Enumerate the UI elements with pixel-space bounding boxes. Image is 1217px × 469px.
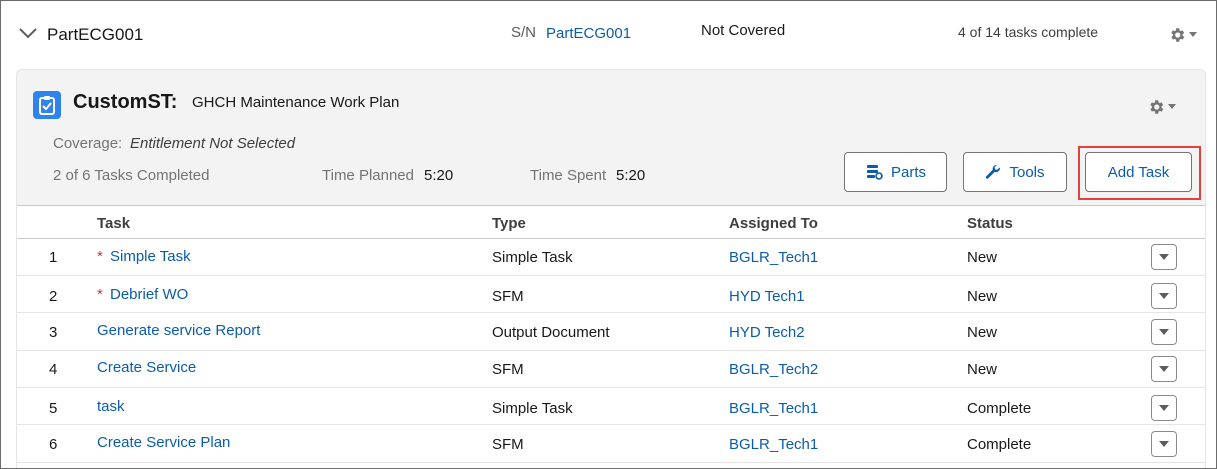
task-link[interactable]: task — [97, 398, 125, 415]
tasks-completed: 2 of 6 Tasks Completed — [53, 167, 210, 184]
row-actions-button[interactable] — [1151, 431, 1177, 457]
assigned-to-link[interactable]: BGLR_Tech1 — [729, 400, 818, 417]
assigned-to-link[interactable]: BGLR_Tech1 — [729, 249, 818, 266]
task-status: New — [967, 361, 998, 378]
time-planned-label: Time Planned — [322, 167, 414, 184]
row-number: 3 — [49, 324, 58, 341]
row-number: 6 — [49, 436, 58, 453]
coverage-value: Entitlement Not Selected — [130, 135, 296, 152]
task-type: Simple Task — [492, 400, 573, 417]
task-type: SFM — [492, 361, 524, 378]
add-task-highlight — [1078, 146, 1201, 200]
row-actions-button[interactable] — [1151, 283, 1177, 309]
column-header-status[interactable]: Status — [967, 215, 1013, 232]
sn-link[interactable]: PartECG001 — [546, 25, 631, 42]
assigned-to-link[interactable]: HYD Tech2 — [729, 324, 805, 341]
assigned-to-link[interactable]: HYD Tech1 — [729, 288, 805, 305]
row-number: 5 — [49, 400, 58, 417]
parts-button[interactable]: Parts — [844, 152, 947, 192]
task-status: New — [967, 288, 998, 305]
table-row: 2 * Debrief WO SFM HYD Tech1 New — [17, 276, 1205, 313]
column-header-task[interactable]: Task — [97, 215, 130, 232]
task-type: SFM — [492, 288, 524, 305]
time-spent-label: Time Spent — [530, 167, 607, 184]
task-status: New — [967, 324, 998, 341]
time-planned-value: 5:20 — [424, 167, 454, 184]
caret-down-icon — [1159, 366, 1169, 372]
caret-down-icon — [1159, 254, 1169, 260]
caret-down-icon — [1159, 405, 1169, 411]
work-plan-settings-menu[interactable] — [1147, 98, 1176, 116]
table-row: 3 Generate service Report Output Documen… — [17, 314, 1205, 351]
task-link[interactable]: Generate service Report — [97, 322, 260, 339]
tasks-progress: 4 of 14 tasks complete — [958, 24, 1099, 40]
chevron-down-icon[interactable] — [19, 27, 37, 39]
table-header: Task Type Assigned To Status — [17, 205, 1205, 239]
task-status: Complete — [967, 400, 1032, 417]
sn-label: S/N — [511, 24, 537, 41]
table-row: 1 * Simple Task Simple Task BGLR_Tech1 N… — [17, 239, 1205, 276]
column-header-type[interactable]: Type — [492, 215, 526, 232]
column-header-assigned-to[interactable]: Assigned To — [729, 215, 818, 232]
task-type: Simple Task — [492, 249, 573, 266]
caret-down-icon — [1159, 329, 1169, 335]
table-row: 6 Create Service Plan SFM BGLR_Tech1 Com… — [17, 426, 1205, 463]
task-link[interactable]: Debrief WO — [110, 286, 188, 303]
caret-down-icon — [1159, 441, 1169, 447]
gear-icon — [1150, 100, 1164, 114]
row-number: 1 — [49, 249, 58, 266]
work-plan-title: GHCH Maintenance Work Plan — [192, 94, 400, 111]
table-row: 4 Create Service SFM BGLR_Tech2 New — [17, 351, 1205, 388]
task-status: New — [967, 249, 998, 266]
caret-down-icon — [1189, 32, 1197, 37]
work-plan-title-bold: CustomST: — [73, 91, 178, 113]
row-actions-button[interactable] — [1151, 356, 1177, 382]
tools-button-label: Tools — [1009, 163, 1045, 181]
gear-icon — [1171, 28, 1185, 42]
time-spent-value: 5:20 — [616, 167, 646, 184]
caret-down-icon — [1159, 293, 1169, 299]
task-table: Task Type Assigned To Status 1 * Simple … — [16, 205, 1206, 468]
assigned-to-link[interactable]: BGLR_Tech1 — [729, 436, 818, 453]
row-actions-button[interactable] — [1151, 244, 1177, 270]
required-marker: * — [97, 286, 103, 303]
clipboard-check-icon — [33, 91, 61, 119]
coverage-label: Coverage: — [53, 135, 123, 152]
parts-button-label: Parts — [890, 163, 926, 181]
required-marker: * — [97, 248, 103, 265]
wrench-icon — [986, 164, 1001, 179]
row-actions-button[interactable] — [1151, 319, 1177, 345]
row-actions-button[interactable] — [1151, 395, 1177, 421]
task-link[interactable]: Simple Task — [110, 248, 191, 265]
asset-settings-menu[interactable] — [1168, 26, 1197, 44]
task-type: SFM — [492, 436, 524, 453]
task-status: Complete — [967, 436, 1032, 453]
task-link[interactable]: Create Service Plan — [97, 434, 230, 451]
tools-button[interactable]: Tools — [963, 152, 1067, 192]
caret-down-icon — [1168, 104, 1176, 109]
parts-icon — [866, 165, 883, 180]
task-link[interactable]: Create Service — [97, 359, 196, 376]
table-row: 5 task Simple Task BGLR_Tech1 Complete — [17, 388, 1205, 425]
row-number: 4 — [49, 361, 58, 378]
asset-name: PartECG001 — [47, 25, 144, 44]
asset-row: PartECG001 S/N PartECG001 Not Covered 4 … — [1, 1, 1216, 67]
work-plan-card: CustomST: GHCH Maintenance Work Plan Cov… — [16, 69, 1206, 205]
coverage-status: Not Covered — [701, 22, 786, 39]
task-type: Output Document — [492, 324, 610, 341]
row-number: 2 — [49, 288, 58, 305]
assigned-to-link[interactable]: BGLR_Tech2 — [729, 361, 818, 378]
